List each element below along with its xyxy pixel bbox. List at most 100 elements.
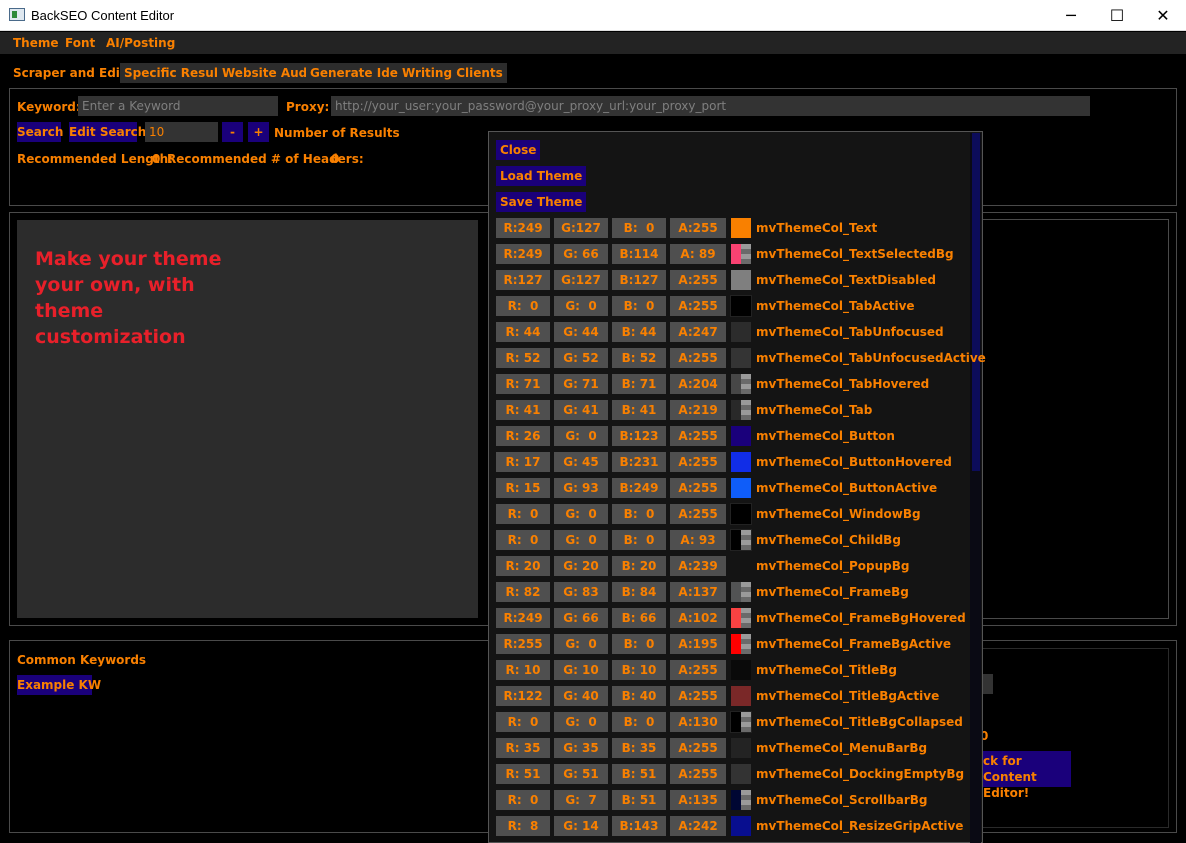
red-field[interactable]: R: 51 bbox=[496, 764, 550, 784]
blue-field[interactable]: B: 52 bbox=[612, 348, 666, 368]
green-field[interactable]: G: 45 bbox=[554, 452, 608, 472]
search-button[interactable]: Search bbox=[17, 122, 63, 142]
alpha-field[interactable]: A:135 bbox=[670, 790, 726, 810]
alpha-field[interactable]: A:137 bbox=[670, 582, 726, 602]
load-theme-button[interactable]: Load Theme bbox=[496, 166, 587, 186]
alpha-field[interactable]: A:255 bbox=[670, 738, 726, 758]
red-field[interactable]: R:249 bbox=[496, 218, 550, 238]
color-swatch[interactable] bbox=[731, 790, 751, 810]
blue-field[interactable]: B:114 bbox=[612, 244, 666, 264]
blue-field[interactable]: B:123 bbox=[612, 426, 666, 446]
results-count-input[interactable]: 10 bbox=[145, 122, 218, 142]
close-window-button[interactable]: ✕ bbox=[1140, 0, 1186, 31]
red-field[interactable]: R: 10 bbox=[496, 660, 550, 680]
green-field[interactable]: G:127 bbox=[554, 218, 608, 238]
alpha-field[interactable]: A:219 bbox=[670, 400, 726, 420]
green-field[interactable]: G: 0 bbox=[554, 712, 608, 732]
alpha-field[interactable]: A:255 bbox=[670, 764, 726, 784]
color-swatch[interactable] bbox=[730, 711, 752, 733]
red-field[interactable]: R: 17 bbox=[496, 452, 550, 472]
menu-ai-posting[interactable]: AI/Posting bbox=[106, 36, 175, 50]
blue-field[interactable]: B: 71 bbox=[612, 374, 666, 394]
color-swatch[interactable] bbox=[730, 503, 752, 525]
blue-field[interactable]: B: 0 bbox=[612, 530, 666, 550]
green-field[interactable]: G: 93 bbox=[554, 478, 608, 498]
red-field[interactable]: R:127 bbox=[496, 270, 550, 290]
increment-button[interactable]: + bbox=[248, 122, 269, 142]
green-field[interactable]: G: 20 bbox=[554, 556, 608, 576]
alpha-field[interactable]: A:102 bbox=[670, 608, 726, 628]
green-field[interactable]: G: 7 bbox=[554, 790, 608, 810]
alpha-field[interactable]: A:130 bbox=[670, 712, 726, 732]
red-field[interactable]: R: 26 bbox=[496, 426, 550, 446]
alpha-field[interactable]: A:242 bbox=[670, 816, 726, 836]
color-swatch[interactable] bbox=[731, 426, 751, 446]
red-field[interactable]: R: 0 bbox=[496, 790, 550, 810]
green-field[interactable]: G: 0 bbox=[554, 530, 608, 550]
blue-field[interactable]: B: 0 bbox=[612, 504, 666, 524]
green-field[interactable]: G: 52 bbox=[554, 348, 608, 368]
edit-search-button[interactable]: Edit Search bbox=[69, 122, 146, 142]
check-for-updates-button[interactable]: ck for Content Editor! bbox=[980, 751, 1071, 800]
color-swatch[interactable] bbox=[731, 452, 751, 472]
red-field[interactable]: R: 20 bbox=[496, 556, 550, 576]
red-field[interactable]: R: 52 bbox=[496, 348, 550, 368]
blue-field[interactable]: B:231 bbox=[612, 452, 666, 472]
red-field[interactable]: R: 15 bbox=[496, 478, 550, 498]
menu-theme[interactable]: Theme bbox=[13, 36, 59, 50]
color-swatch[interactable] bbox=[731, 400, 751, 420]
color-swatch[interactable] bbox=[731, 322, 751, 342]
color-swatch[interactable] bbox=[731, 218, 751, 238]
green-field[interactable]: G: 0 bbox=[554, 504, 608, 524]
color-swatch[interactable] bbox=[731, 660, 751, 680]
color-swatch[interactable] bbox=[731, 478, 751, 498]
alpha-field[interactable]: A:255 bbox=[670, 270, 726, 290]
color-swatch[interactable] bbox=[731, 608, 751, 628]
red-field[interactable]: R: 41 bbox=[496, 400, 550, 420]
color-swatch[interactable] bbox=[731, 764, 751, 784]
red-field[interactable]: R: 0 bbox=[496, 530, 550, 550]
alpha-field[interactable]: A:255 bbox=[670, 218, 726, 238]
color-swatch[interactable] bbox=[731, 738, 751, 758]
blue-field[interactable]: B:127 bbox=[612, 270, 666, 290]
color-swatch[interactable] bbox=[731, 634, 751, 654]
green-field[interactable]: G: 66 bbox=[554, 608, 608, 628]
alpha-field[interactable]: A:195 bbox=[670, 634, 726, 654]
alpha-field[interactable]: A:255 bbox=[670, 504, 726, 524]
keyword-input[interactable]: Enter a Keyword bbox=[78, 96, 278, 116]
red-field[interactable]: R:122 bbox=[496, 686, 550, 706]
minimize-button[interactable]: ─ bbox=[1048, 0, 1094, 31]
blue-field[interactable]: B: 10 bbox=[612, 660, 666, 680]
color-swatch[interactable] bbox=[731, 816, 751, 836]
green-field[interactable]: G: 0 bbox=[554, 426, 608, 446]
alpha-field[interactable]: A:255 bbox=[670, 686, 726, 706]
alpha-field[interactable]: A:255 bbox=[670, 660, 726, 680]
color-swatch[interactable] bbox=[731, 582, 751, 602]
blue-field[interactable]: B: 51 bbox=[612, 764, 666, 784]
color-swatch[interactable] bbox=[730, 295, 752, 317]
blue-field[interactable]: B:143 bbox=[612, 816, 666, 836]
blue-field[interactable]: B: 40 bbox=[612, 686, 666, 706]
red-field[interactable]: R: 0 bbox=[496, 296, 550, 316]
blue-field[interactable]: B: 35 bbox=[612, 738, 666, 758]
green-field[interactable]: G: 41 bbox=[554, 400, 608, 420]
red-field[interactable]: R: 71 bbox=[496, 374, 550, 394]
green-field[interactable]: G: 35 bbox=[554, 738, 608, 758]
red-field[interactable]: R:255 bbox=[496, 634, 550, 654]
blue-field[interactable]: B: 84 bbox=[612, 582, 666, 602]
green-field[interactable]: G: 71 bbox=[554, 374, 608, 394]
decrement-button[interactable]: - bbox=[222, 122, 243, 142]
red-field[interactable]: R:249 bbox=[496, 608, 550, 628]
blue-field[interactable]: B: 0 bbox=[612, 634, 666, 654]
alpha-field[interactable]: A:247 bbox=[670, 322, 726, 342]
color-swatch[interactable] bbox=[731, 270, 751, 290]
green-field[interactable]: G: 0 bbox=[554, 634, 608, 654]
color-swatch[interactable] bbox=[731, 348, 751, 368]
color-swatch[interactable] bbox=[731, 244, 751, 264]
alpha-field[interactable]: A: 93 bbox=[670, 530, 726, 550]
alpha-field[interactable]: A:255 bbox=[670, 478, 726, 498]
red-field[interactable]: R: 0 bbox=[496, 712, 550, 732]
red-field[interactable]: R: 8 bbox=[496, 816, 550, 836]
red-field[interactable]: R: 82 bbox=[496, 582, 550, 602]
popup-close-button[interactable]: Close bbox=[496, 140, 541, 160]
